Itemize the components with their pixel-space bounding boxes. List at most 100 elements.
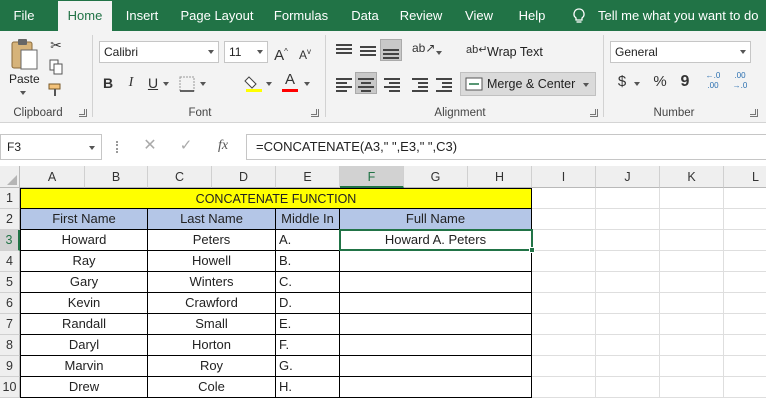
cell-full-name[interactable] <box>340 377 532 398</box>
grid-cell[interactable] <box>660 293 724 314</box>
grid-cell[interactable] <box>724 188 766 209</box>
paste-icon[interactable] <box>9 37 39 71</box>
font-size-select[interactable]: 11 <box>224 41 268 63</box>
tab-insert[interactable]: Insert <box>120 0 164 31</box>
grid-cell[interactable] <box>596 209 660 230</box>
cell-middle-name[interactable]: B. <box>276 251 340 272</box>
row-header-9[interactable]: 9 <box>0 356 20 377</box>
select-all-corner[interactable] <box>0 166 20 188</box>
grid-cell[interactable] <box>532 335 596 356</box>
number-launcher-icon[interactable] <box>750 109 758 117</box>
cell-last-name[interactable]: Crawford <box>148 293 276 314</box>
column-header-f[interactable]: F <box>340 166 404 188</box>
grid-cell[interactable] <box>532 209 596 230</box>
cell-middle-name[interactable]: G. <box>276 356 340 377</box>
underline-dropdown-icon[interactable] <box>163 82 169 86</box>
row-header-2[interactable]: 2 <box>0 209 20 230</box>
grid-cell[interactable] <box>660 335 724 356</box>
cell-middle-name[interactable]: F. <box>276 335 340 356</box>
grid-cell[interactable] <box>596 188 660 209</box>
decrease-indent-icon[interactable] <box>412 77 428 92</box>
column-header-e[interactable]: E <box>276 166 340 188</box>
fill-dropdown-icon[interactable] <box>266 82 272 86</box>
font-name-select[interactable]: Calibri <box>99 41 219 63</box>
splitter-handle[interactable] <box>116 141 118 153</box>
column-header-l[interactable]: L <box>724 166 766 188</box>
grid-cell[interactable] <box>724 272 766 293</box>
row-header-6[interactable]: 6 <box>0 293 20 314</box>
cell-full-name[interactable]: Howard A. Peters <box>340 230 532 251</box>
cell-last-name[interactable]: Howell <box>148 251 276 272</box>
column-header-d[interactable]: D <box>212 166 276 188</box>
grid-cell[interactable] <box>532 356 596 377</box>
row-header-3[interactable]: 3 <box>0 230 20 251</box>
copy-icon[interactable] <box>48 59 64 75</box>
increase-indent-icon[interactable] <box>436 77 452 92</box>
row-header-7[interactable]: 7 <box>0 314 20 335</box>
cell-first-name[interactable]: Daryl <box>20 335 148 356</box>
grid-cell[interactable] <box>596 272 660 293</box>
row-header-10[interactable]: 10 <box>0 377 20 398</box>
wrap-text-button[interactable]: Wrap Text <box>487 45 543 59</box>
grid-cell[interactable] <box>596 314 660 335</box>
tab-data[interactable]: Data <box>346 0 384 31</box>
grid-cell[interactable] <box>532 314 596 335</box>
tab-formulas[interactable]: Formulas <box>270 0 332 31</box>
grid-cell[interactable] <box>532 188 596 209</box>
tab-home[interactable]: Home <box>58 1 112 31</box>
align-bottom-button[interactable] <box>380 39 402 61</box>
cell-full-name[interactable] <box>340 251 532 272</box>
format-painter-icon[interactable] <box>48 83 64 97</box>
row-header-5[interactable]: 5 <box>0 272 20 293</box>
grid-cell[interactable] <box>660 251 724 272</box>
column-header-k[interactable]: K <box>660 166 724 188</box>
borders-icon[interactable] <box>178 75 196 93</box>
grid-cell[interactable] <box>532 230 596 251</box>
name-box[interactable]: F3 <box>0 134 102 160</box>
orientation-dropdown-icon[interactable] <box>436 51 442 55</box>
tab-page-layout[interactable]: Page Layout <box>178 0 256 31</box>
number-format-select[interactable]: General <box>610 41 751 63</box>
cell-first-name[interactable]: Marvin <box>20 356 148 377</box>
grid-cell[interactable] <box>532 272 596 293</box>
cell-middle-name[interactable]: D. <box>276 293 340 314</box>
enter-icon[interactable]: ✓ <box>178 138 194 154</box>
decrease-decimal-icon[interactable]: .00 →.0 <box>730 71 750 91</box>
bold-button[interactable]: B <box>101 75 115 91</box>
align-left-icon[interactable] <box>336 77 352 92</box>
row-header-4[interactable]: 4 <box>0 251 20 272</box>
align-right-icon[interactable] <box>384 77 400 92</box>
row-header-1[interactable]: 1 <box>0 188 20 209</box>
italic-button[interactable]: I <box>124 75 138 91</box>
grid-cell[interactable] <box>660 377 724 398</box>
paste-button[interactable]: Paste <box>9 72 40 86</box>
grid-cell[interactable] <box>724 335 766 356</box>
cell-middle-name[interactable]: H. <box>276 377 340 398</box>
cell-last-name[interactable]: Roy <box>148 356 276 377</box>
grid-cell[interactable] <box>724 230 766 251</box>
cell-full-name[interactable] <box>340 356 532 377</box>
grid-cell[interactable] <box>660 272 724 293</box>
align-center-button[interactable] <box>355 72 377 94</box>
shrink-font-icon[interactable]: Av <box>297 44 313 63</box>
font-color-dropdown-icon[interactable] <box>304 82 310 86</box>
grid-cell[interactable] <box>724 356 766 377</box>
column-header-c[interactable]: C <box>148 166 212 188</box>
cell-full-name[interactable] <box>340 272 532 293</box>
cell-middle-name[interactable]: A. <box>276 230 340 251</box>
column-header-j[interactable]: J <box>596 166 660 188</box>
font-launcher-icon[interactable] <box>311 109 319 117</box>
grid-cell[interactable] <box>532 377 596 398</box>
grid-cell[interactable] <box>724 209 766 230</box>
cell-middle-name[interactable]: C. <box>276 272 340 293</box>
grid-cell[interactable] <box>660 209 724 230</box>
grid-cell[interactable] <box>660 188 724 209</box>
grid-cell[interactable] <box>596 230 660 251</box>
grid-cell[interactable] <box>532 251 596 272</box>
paste-dropdown-icon[interactable] <box>20 91 26 95</box>
grid-cell[interactable] <box>532 293 596 314</box>
grid-cell[interactable] <box>660 356 724 377</box>
comma-style-icon[interactable]: 9 <box>678 74 692 90</box>
cell-last-name[interactable]: Winters <box>148 272 276 293</box>
grid-cell[interactable] <box>660 230 724 251</box>
